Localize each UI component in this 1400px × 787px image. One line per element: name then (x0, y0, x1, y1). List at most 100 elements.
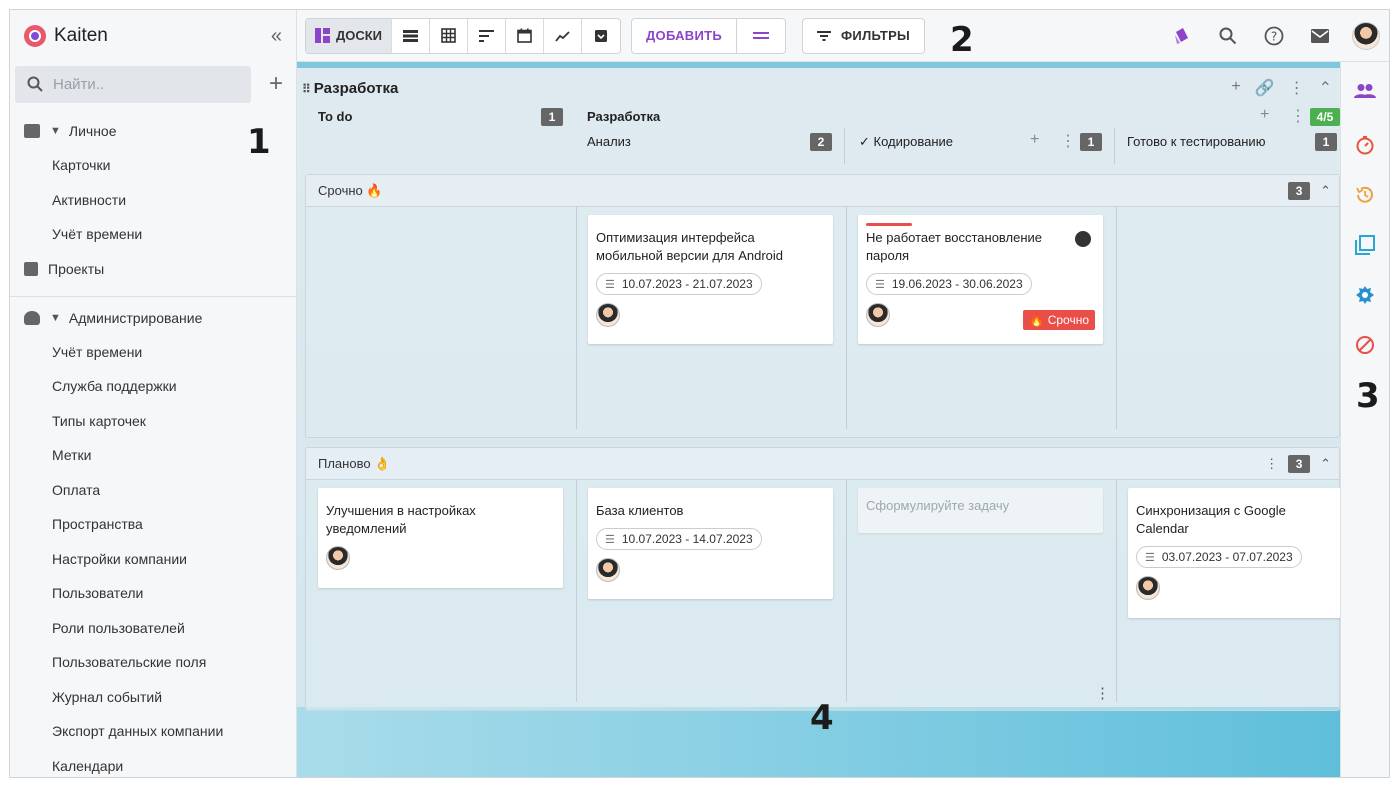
card[interactable]: База клиентов ☰ 10.07.2023 - 14.07.2023 (588, 488, 833, 599)
bomb-icon (1075, 231, 1091, 247)
collapse-sidebar-icon[interactable]: « (271, 25, 282, 48)
sidebar-item-activity[interactable]: Активности (10, 183, 296, 218)
card[interactable]: Оптимизация интерфейса мобильной версии … (588, 215, 833, 344)
card-dates: 10.07.2023 - 14.07.2023 (621, 532, 753, 546)
column-ready-count: 1 (1315, 133, 1337, 151)
avatar[interactable] (1136, 576, 1160, 600)
chart-line-icon (555, 30, 570, 42)
chevron-up-icon[interactable]: ⌃ (1320, 183, 1331, 199)
search-input[interactable] (53, 75, 223, 93)
column-coding-label[interactable]: ✓ Кодирование (859, 134, 953, 150)
view-boards-button[interactable]: ДОСКИ (306, 18, 392, 53)
lane-header[interactable]: Планово 👌 ⋮ 3 ⌃ (306, 448, 1339, 480)
team-icon[interactable] (1341, 62, 1389, 120)
add-button-group: ДОБАВИТЬ (631, 17, 787, 54)
lane-header[interactable]: Срочно 🔥 3 ⌃ (306, 175, 1339, 207)
sidebar-item-billing[interactable]: Оплата (10, 473, 296, 508)
lane-tools: 3 ⌃ (1288, 181, 1331, 200)
sidebar-item-user-roles[interactable]: Роли пользователей (10, 611, 296, 646)
help-icon[interactable]: ? (1251, 26, 1297, 46)
add-options-button[interactable] (737, 19, 785, 53)
card-dates: 03.07.2023 - 07.07.2023 (1161, 550, 1293, 564)
view-reports-button[interactable] (544, 18, 582, 53)
add-icon[interactable]: + (269, 70, 283, 98)
more-vertical-icon[interactable]: ⋮ (1095, 684, 1110, 702)
view-calendar-button[interactable] (506, 18, 544, 53)
sidebar-group-admin[interactable]: ▼ Администрирование (10, 301, 296, 335)
avatar[interactable] (596, 303, 620, 327)
avatar[interactable] (326, 546, 350, 570)
column-separator (576, 480, 577, 702)
list-icon (403, 29, 418, 42)
card[interactable]: Улучшения в настройках уведомлений (318, 488, 563, 588)
view-timeline-button[interactable] (468, 18, 506, 53)
add-icon[interactable]: + (1231, 78, 1240, 98)
boards-icon (314, 28, 330, 43)
sidebar-item-calendars[interactable]: Календари (10, 749, 296, 778)
view-archive-button[interactable] (582, 19, 620, 53)
avatar[interactable] (866, 303, 890, 327)
more-vertical-icon[interactable]: ⋮ (1265, 456, 1278, 472)
column-separator (1116, 207, 1117, 429)
view-boards-label: ДОСКИ (335, 28, 383, 43)
card[interactable]: Не работает восстановление пароля ☰ 19.06… (858, 215, 1103, 344)
search-icon[interactable] (1205, 27, 1251, 45)
add-icon[interactable]: + (1030, 131, 1039, 149)
user-avatar[interactable] (1343, 21, 1389, 50)
copy-icon[interactable] (1341, 220, 1389, 270)
column-todo-label[interactable]: To do (318, 109, 352, 124)
new-card-input[interactable]: Сформулируйте задачу (858, 488, 1103, 533)
sidebar-item-card-types[interactable]: Типы карточек (10, 404, 296, 439)
search-box[interactable] (15, 65, 251, 103)
column-separator (846, 207, 847, 429)
avatar[interactable] (596, 558, 620, 582)
column-analysis-label[interactable]: Анализ (587, 134, 631, 149)
filters-button[interactable]: ФИЛЬТРЫ (802, 17, 926, 54)
add-icon[interactable]: + (1260, 106, 1269, 124)
sidebar-item-spaces[interactable]: Пространства (10, 507, 296, 542)
lane-label: Срочно 🔥 (318, 182, 383, 198)
column-todo-count: 1 (541, 108, 563, 126)
more-vertical-icon[interactable]: ⋮ (1289, 78, 1305, 98)
sidebar-item-time-tracking[interactable]: Учёт времени (10, 217, 296, 252)
card-dates: 10.07.2023 - 21.07.2023 (621, 277, 753, 291)
sidebar-item-custom-fields[interactable]: Пользовательские поля (10, 645, 296, 680)
more-vertical-icon[interactable]: ⋮ (1060, 131, 1076, 151)
cards-stack-icon[interactable] (1159, 26, 1205, 46)
column-coding-text: Кодирование (873, 134, 954, 149)
sidebar-item-support[interactable]: Служба поддержки (10, 369, 296, 404)
sidebar-item-admin-time[interactable]: Учёт времени (10, 335, 296, 370)
chevron-up-icon[interactable]: ⌃ (1320, 456, 1331, 472)
link-icon[interactable]: 🔗 (1255, 78, 1275, 98)
sidebar-item-export[interactable]: Экспорт данных компании (10, 714, 296, 749)
card[interactable]: Синхронизация с Google Calendar ☰ 03.07.2… (1128, 488, 1343, 618)
card-title: Не работает восстановление пароля (866, 230, 1043, 263)
card-title: Улучшения в настройках уведомлений (326, 503, 476, 536)
sidebar-item-projects[interactable]: Проекты (10, 252, 296, 286)
sidebar-item-tags[interactable]: Метки (10, 438, 296, 473)
kaiten-logo-icon[interactable] (24, 25, 46, 47)
chevron-up-icon[interactable]: ⌃ (1319, 78, 1332, 98)
projects-icon (24, 261, 38, 276)
drag-handle-icon[interactable]: ⠿ (302, 82, 311, 96)
filters-label: ФИЛЬТРЫ (841, 28, 911, 43)
sidebar-item-event-log[interactable]: Журнал событий (10, 680, 296, 715)
mail-icon[interactable] (1297, 28, 1343, 44)
sidebar-item-company-settings[interactable]: Настройки компании (10, 542, 296, 577)
add-button[interactable]: ДОБАВИТЬ (632, 18, 738, 53)
timer-icon[interactable] (1341, 120, 1389, 170)
view-list-button[interactable] (392, 18, 430, 53)
check-icon: ✓ (859, 134, 874, 149)
column-dev-label[interactable]: Разработка (587, 109, 660, 124)
more-vertical-icon[interactable]: ⋮ (1290, 106, 1306, 126)
snowflake-icon[interactable] (1341, 270, 1389, 320)
history-icon[interactable] (1341, 170, 1389, 220)
sidebar-divider (10, 295, 296, 297)
view-table-button[interactable] (430, 18, 468, 53)
column-ready-label[interactable]: Готово к тестированию (1127, 134, 1265, 149)
space-tools: + 🔗 ⋮ ⌃ (1231, 78, 1332, 98)
column-separator (846, 480, 847, 702)
sidebar-item-users[interactable]: Пользователи (10, 576, 296, 611)
date-chip: ☰ 19.06.2023 - 30.06.2023 (866, 273, 1032, 295)
blocked-icon[interactable] (1341, 320, 1389, 370)
